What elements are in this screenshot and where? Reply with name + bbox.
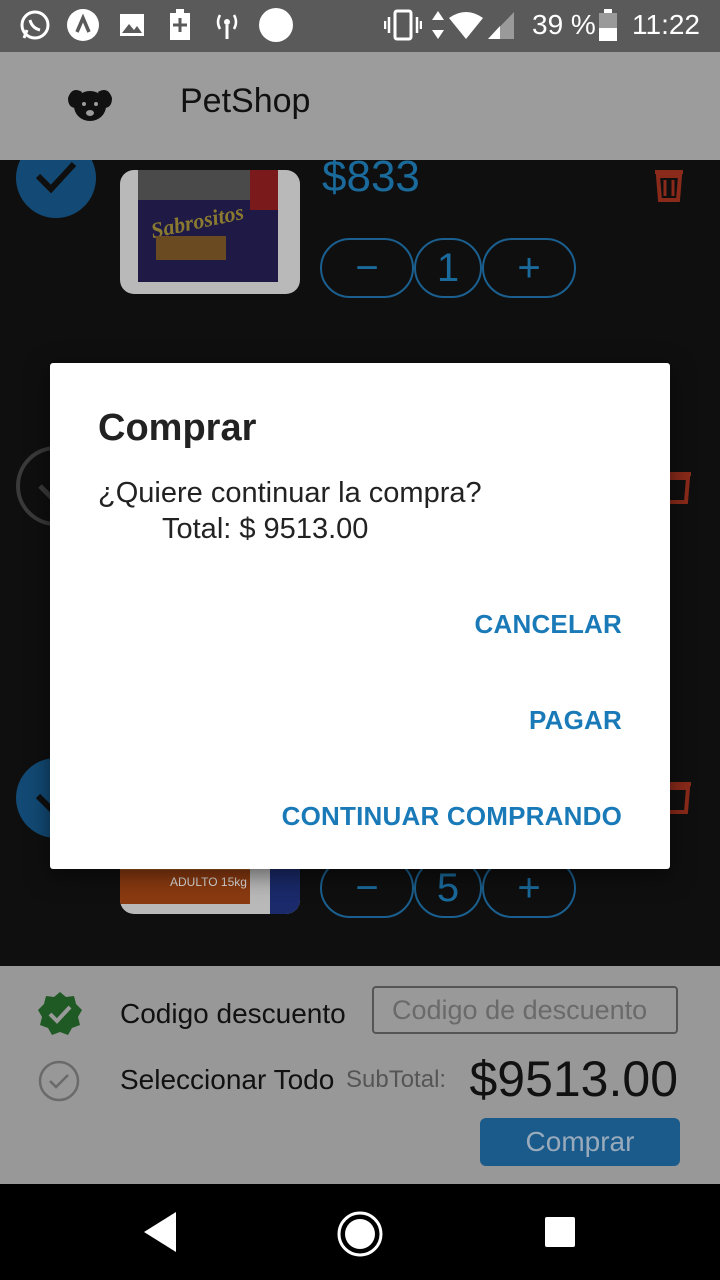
status-bar: 39 % 11:22 [0,0,720,52]
wifi-icon [448,8,484,42]
vibrate-icon [384,8,422,42]
hotspot-icon [212,8,242,42]
signal-icon [486,8,516,42]
back-icon[interactable] [140,1210,180,1259]
battery-saver-icon [168,8,192,42]
battery-icon [598,8,618,42]
dialog-total: Total: $ 9513.00 [162,513,369,545]
pay-button[interactable]: PAGAR [529,705,622,736]
recents-icon[interactable] [544,1216,576,1253]
app-bar: PetShop [0,52,720,160]
product-image: Sabrositos [120,170,300,294]
bottom-panel: Codigo descuento Seleccionar Todo SubTot… [0,966,720,1184]
clock: 11:22 [632,9,700,40]
confirm-dialog: Comprar ¿Quiere continuar la compra? Tot… [50,363,670,869]
trash-icon[interactable] [652,164,686,212]
home-icon[interactable] [336,1210,384,1263]
subtotal-value: $9513.00 [469,1051,678,1107]
item-price: $833 [322,160,420,201]
increment-button[interactable]: + [482,238,576,298]
app-title: PetShop [180,82,311,120]
whatsapp-icon [18,8,52,42]
svg-text:ADULTO 15kg: ADULTO 15kg [170,875,247,889]
image-icon [118,8,146,42]
quantity-display: 1 [414,238,482,298]
cancel-button[interactable]: CANCELAR [475,609,622,640]
continue-shopping-button[interactable]: CONTINUAR COMPRANDO [282,801,622,832]
discount-code-input[interactable] [372,986,678,1034]
discount-label: Codigo descuento [120,998,346,1029]
select-all-checkbox[interactable] [38,1060,80,1107]
navigation-bar [0,1184,720,1280]
subtotal-label: SubTotal: [346,1066,447,1093]
app-a-icon [66,8,100,42]
battery-percent: 39 % [532,9,596,40]
dialog-message: ¿Quiere continuar la compra? [98,477,482,509]
dialog-title: Comprar [98,407,257,449]
dog-icon [64,78,116,130]
circle-icon [258,8,294,42]
select-all-label: Seleccionar Todo [120,1064,335,1095]
discount-check-icon [36,990,84,1043]
item-select-checkbox[interactable] [16,160,96,218]
decrement-button[interactable]: − [320,238,414,298]
data-arrows-icon [430,8,446,42]
buy-button[interactable]: Comprar [480,1118,680,1166]
